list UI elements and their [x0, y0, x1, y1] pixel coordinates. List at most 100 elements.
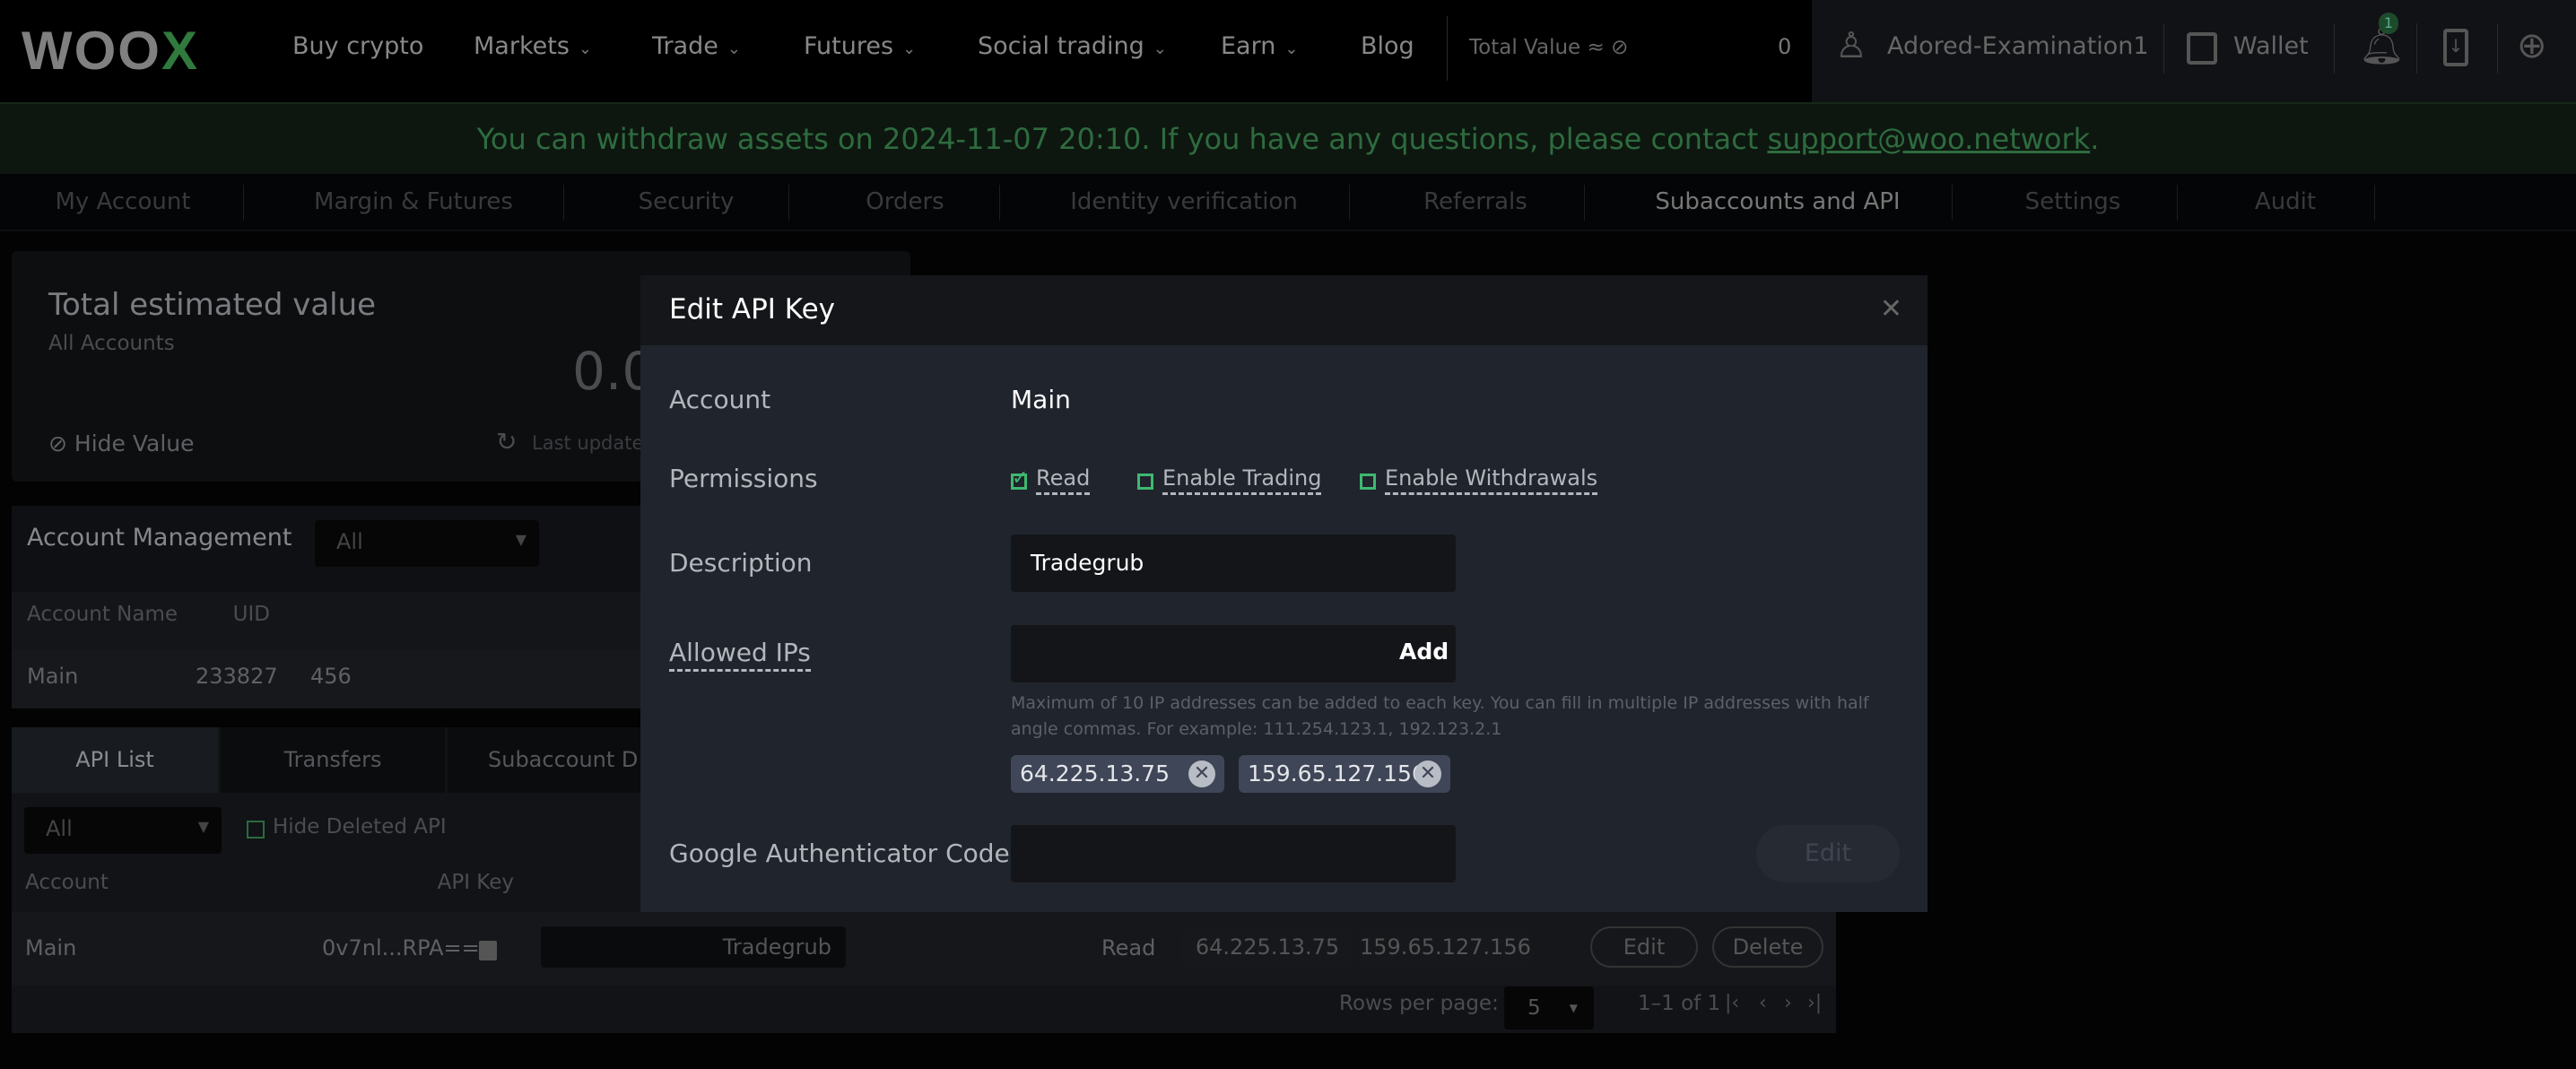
permission-enable-trading[interactable]: Enable Trading — [1137, 465, 1322, 495]
user-icon[interactable]: ♙ — [1835, 25, 1867, 66]
tab-security[interactable]: Security — [639, 188, 735, 215]
tab-referrals[interactable]: Referrals — [1423, 188, 1527, 215]
col-uid: UID — [232, 603, 270, 626]
modal-title: Edit API Key — [669, 293, 835, 326]
first-page-icon[interactable]: |‹ — [1725, 992, 1739, 1014]
google-auth-input[interactable] — [1011, 825, 1456, 882]
allowed-ips-label: Allowed IPs — [669, 638, 811, 672]
username[interactable]: Adored-Examination1 — [1887, 32, 2149, 60]
divider — [2177, 185, 2178, 221]
nav-social-trading[interactable]: Social trading ⌄ — [978, 32, 1167, 60]
nav-trade[interactable]: Trade ⌄ — [652, 32, 741, 60]
notification-badge: 1 — [2379, 13, 2398, 34]
col-account: Account — [25, 871, 109, 894]
divider — [563, 185, 564, 221]
tab-transfers[interactable]: Transfers — [221, 727, 445, 793]
tab-api-list[interactable]: API List — [12, 727, 218, 793]
remove-ip-icon[interactable]: ✕ — [1414, 760, 1441, 787]
page-range: 1–1 of 1 — [1638, 992, 1721, 1015]
nav-markets[interactable]: Markets ⌄ — [474, 32, 592, 60]
divider — [1349, 185, 1350, 221]
hide-deleted-checkbox[interactable] — [247, 821, 265, 839]
divider — [2497, 23, 2498, 74]
last-updated: Last updated — [532, 432, 656, 454]
caret-down-icon: ▼ — [515, 531, 527, 548]
nav-buy-crypto[interactable]: Buy crypto — [292, 32, 423, 60]
account-filter-select[interactable]: All ▼ — [315, 520, 539, 567]
divider — [1584, 185, 1585, 221]
woox-logo[interactable]: WOOX — [22, 20, 199, 82]
rows-per-page-label: Rows per page: — [1339, 992, 1499, 1015]
checkmark-icon: ✓ — [1012, 466, 1029, 490]
refresh-icon[interactable]: ↻ — [496, 427, 517, 456]
row-delete-button[interactable]: Delete — [1712, 926, 1823, 968]
divider — [2163, 23, 2164, 74]
tab-audit[interactable]: Audit — [2255, 188, 2316, 215]
divider — [1447, 16, 1448, 81]
support-email-link[interactable]: support@woo.network — [1767, 122, 2090, 156]
globe-icon[interactable]: ⊕ — [2517, 25, 2547, 66]
ip-chip: 159.65.127.156 ✕ — [1239, 755, 1450, 793]
total-value: 0 — [1778, 34, 1792, 59]
next-page-icon[interactable]: › — [1784, 992, 1792, 1014]
description-label: Description — [669, 548, 813, 578]
tab-my-account[interactable]: My Account — [55, 188, 190, 215]
chevron-down-icon: ⌄ — [1153, 39, 1167, 58]
api-filter-select[interactable]: All ▼ — [24, 807, 222, 854]
tab-orders[interactable]: Orders — [866, 188, 944, 215]
tab-subaccount[interactable]: Subaccount D — [448, 727, 672, 793]
hide-value-toggle[interactable]: ⊘ Hide Value — [48, 430, 195, 456]
tab-identity-verification[interactable]: Identity verification — [1070, 188, 1298, 215]
checkbox[interactable] — [1360, 473, 1376, 490]
permissions-label: Permissions — [669, 464, 818, 493]
edit-api-key-modal: Edit API Key ✕ Account Main Permissions … — [640, 275, 1928, 912]
checkbox-checked[interactable]: ✓ — [1011, 467, 1028, 490]
hide-deleted-label: Hide Deleted API — [273, 815, 447, 839]
permission-read[interactable]: ✓ Read — [1011, 465, 1091, 495]
wallet-icon[interactable] — [2187, 32, 2217, 65]
partial-cell: 456 — [310, 664, 352, 689]
row-api-key: 0v7nl...RPA== — [322, 935, 480, 960]
prev-page-icon[interactable]: ‹ — [1759, 992, 1767, 1014]
permission-enable-withdrawals[interactable]: Enable Withdrawals — [1360, 465, 1598, 495]
divider — [999, 185, 1000, 221]
nav-earn[interactable]: Earn ⌄ — [1221, 32, 1298, 60]
nav-futures[interactable]: Futures ⌄ — [804, 32, 916, 60]
account-value: Main — [1011, 385, 1071, 414]
summary-title: Total estimated value — [48, 287, 377, 323]
col-api-key: API Key — [437, 871, 514, 894]
ip-input[interactable] — [1011, 625, 1456, 682]
tab-settings[interactable]: Settings — [2025, 188, 2121, 215]
tab-margin-futures[interactable]: Margin & Futures — [314, 188, 513, 215]
row-ip: 159.65.127.156 — [1360, 926, 1531, 968]
account-name-cell: Main — [27, 664, 79, 689]
total-value-label: Total Value ≈ ⊘ — [1469, 36, 1629, 59]
eye-off-icon: ⊘ — [48, 430, 67, 456]
row-edit-button[interactable]: Edit — [1590, 926, 1698, 968]
close-icon[interactable]: ✕ — [1880, 293, 1902, 325]
download-app-icon[interactable]: ↓ — [2443, 29, 2468, 66]
description-input[interactable]: Tradegrub — [1011, 534, 1456, 592]
chevron-down-icon: ⌄ — [578, 39, 592, 58]
wallet-link[interactable]: Wallet — [2233, 32, 2309, 60]
tab-subaccounts-api[interactable]: Subaccounts and API — [1655, 188, 1900, 215]
summary-subtitle: All Accounts — [48, 332, 175, 355]
submit-edit-button[interactable]: Edit — [1756, 825, 1900, 882]
copy-icon[interactable] — [479, 941, 497, 960]
add-ip-button[interactable]: Add — [1399, 639, 1449, 665]
chevron-down-icon: ⌄ — [902, 39, 917, 58]
checkbox[interactable] — [1137, 473, 1153, 490]
chevron-down-icon: ⌄ — [727, 39, 742, 58]
nav-blog[interactable]: Blog — [1361, 32, 1414, 60]
divider — [1952, 185, 1953, 221]
last-page-icon[interactable]: ›| — [1807, 992, 1822, 1014]
remove-ip-icon[interactable]: ✕ — [1188, 760, 1215, 787]
chevron-down-icon: ⌄ — [1284, 39, 1299, 58]
google-auth-label: Google Authenticator Code — [669, 839, 1010, 868]
rows-per-page-select[interactable]: 5 ▼ — [1504, 986, 1594, 1030]
uid-cell: 233827 — [196, 664, 278, 689]
divider — [2374, 185, 2375, 221]
row-ip: 64.225.13.75 — [1182, 926, 1353, 968]
table-row — [12, 912, 1836, 986]
eye-off-icon[interactable]: ⊘ — [1611, 36, 1628, 59]
